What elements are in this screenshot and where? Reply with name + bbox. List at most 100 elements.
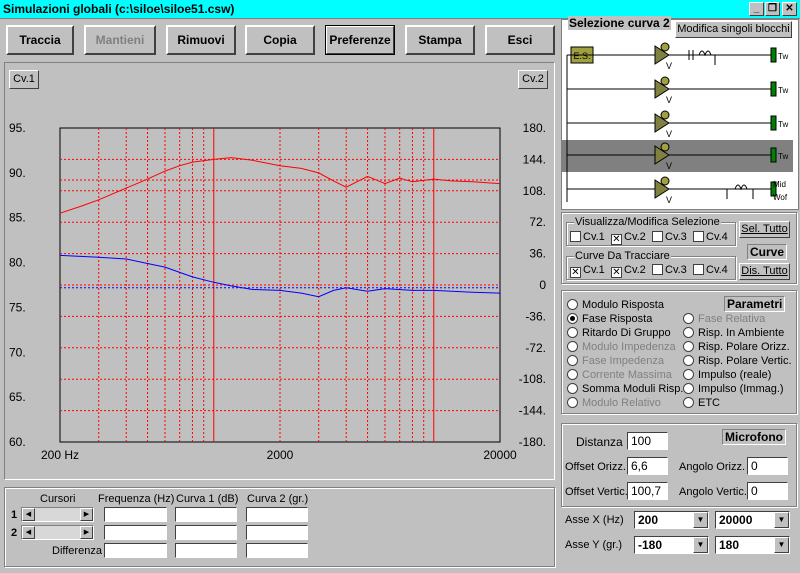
driver-block — [770, 81, 777, 97]
offset-orizz-field[interactable]: 6,6 — [627, 457, 668, 475]
param-option-etc[interactable]: ETC — [683, 397, 792, 411]
param-option-ritardo-di-gruppo[interactable]: Ritardo Di Gruppo — [567, 327, 683, 341]
angolo-vertic-field[interactable]: 0 — [747, 482, 788, 500]
offset-vertic-field[interactable]: 100,7 — [627, 482, 668, 500]
mid-label: Mid — [773, 180, 786, 189]
modify-blocks-button[interactable]: Modifica singoli blocchi — [675, 21, 792, 38]
diff-curve1-field[interactable] — [175, 543, 237, 558]
distanza-field[interactable]: 100 — [627, 432, 668, 450]
radio-button[interactable] — [683, 383, 694, 394]
radio-button[interactable] — [683, 355, 694, 366]
param-option-risp-polare-vertic-[interactable]: Risp. Polare Vertic. — [683, 355, 792, 369]
close-button[interactable]: ✕ — [782, 2, 797, 16]
cursor1-curve2-field[interactable] — [246, 507, 308, 522]
radio-button[interactable] — [567, 313, 578, 324]
radio-button[interactable] — [683, 369, 694, 380]
checkbox-mark[interactable]: ✕ — [570, 267, 581, 278]
param-option-impulso-immag-[interactable]: Impulso (Immag.) — [683, 383, 792, 397]
cursor2-curve1-field[interactable] — [175, 525, 237, 540]
cursor1-curve1-field[interactable] — [175, 507, 237, 522]
asse-y-min-select[interactable]: -180 ▼ — [634, 536, 709, 554]
param-option-fase-impedenza[interactable]: Fase Impedenza — [567, 355, 683, 369]
angolo-orizz-field[interactable]: 0 — [747, 457, 788, 475]
cursor2-label: 2 — [11, 527, 18, 539]
response-chart: 95. 90. 85. 80. 75. 70. 65. 60. 180. 144. 108. 72. 3… — [9, 121, 546, 462]
driver-block — [770, 115, 777, 131]
radio-button[interactable] — [683, 327, 694, 338]
radio-button[interactable] — [567, 397, 578, 408]
y-right-tick: -108. — [519, 372, 546, 386]
driver-label: Tw — [778, 52, 788, 61]
checkbox-mark[interactable] — [652, 264, 663, 275]
crossover-schematic[interactable]: E.S. V Tw V Tw V Tw V Tw V Mid Wof — [561, 37, 799, 210]
radio-button[interactable] — [567, 327, 578, 338]
y-left-tick: 90. — [9, 166, 26, 180]
minimize-button[interactable]: _ — [749, 2, 764, 16]
cursor1-left-arrow[interactable]: ◀ — [22, 508, 35, 521]
radio-button[interactable] — [567, 383, 578, 394]
curves-checkbox-4[interactable]: Cv.4 — [693, 264, 734, 276]
visualize-title: Visualizza/Modifica Selezione — [574, 216, 721, 228]
asse-x-min-select[interactable]: 200 ▼ — [634, 511, 709, 529]
curves-checkbox-1[interactable]: ✕ Cv.1 — [570, 264, 611, 278]
radio-button[interactable] — [567, 341, 578, 352]
param-option-risp-in-ambiente[interactable]: Risp. In Ambiente — [683, 327, 792, 341]
checkbox-mark[interactable]: ✕ — [611, 267, 622, 278]
checkbox-mark[interactable] — [570, 231, 581, 242]
param-option-corrente-massima[interactable]: Corrente Massima — [567, 369, 683, 383]
radio-label: Fase Relativa — [698, 313, 766, 325]
cursor1-freq-field[interactable] — [104, 507, 167, 522]
checkbox-label: Cv.3 — [665, 231, 687, 243]
select-all-button[interactable]: Sel. Tutto — [739, 221, 790, 238]
checkbox-mark[interactable] — [693, 231, 704, 242]
radio-button[interactable] — [683, 341, 694, 352]
radio-button[interactable] — [683, 313, 694, 324]
param-option-modulo-relativo[interactable]: Modulo Relativo — [567, 397, 683, 411]
radio-label: Ritardo Di Gruppo — [582, 327, 671, 339]
radio-label: Risp. In Ambiente — [698, 327, 785, 339]
param-option-modulo-impedenza[interactable]: Modulo Impedenza — [567, 341, 683, 355]
visualize-checkbox-1[interactable]: Cv.1 — [570, 231, 611, 243]
param-option-modulo-risposta[interactable]: Modulo Risposta — [567, 299, 683, 313]
offset-orizz-label: Offset Orizz. — [565, 461, 626, 473]
visualize-checkbox-4[interactable]: Cv.4 — [693, 231, 734, 243]
param-option-risp-polare-orizz-[interactable]: Risp. Polare Orizz. — [683, 341, 792, 355]
y-left-tick: 65. — [9, 390, 26, 404]
restore-button[interactable]: ❐ — [765, 2, 780, 16]
asse-y-max-select[interactable]: 180 ▼ — [715, 536, 790, 554]
asse-x-max-select[interactable]: 20000 ▼ — [715, 511, 790, 529]
filter-network — [721, 184, 754, 199]
cursor1-right-arrow[interactable]: ▶ — [80, 508, 93, 521]
radio-button[interactable] — [567, 299, 578, 310]
checkbox-mark[interactable] — [693, 264, 704, 275]
diff-freq-field[interactable] — [104, 543, 167, 558]
visualize-checkbox-3[interactable]: Cv.3 — [652, 231, 693, 243]
cursor2-scrollbar[interactable]: ◀ ▶ — [21, 525, 94, 540]
cursor2-right-arrow[interactable]: ▶ — [80, 526, 93, 539]
deselect-all-button[interactable]: Dis. Tutto — [739, 263, 790, 280]
radio-button[interactable] — [567, 355, 578, 366]
cursor2-freq-field[interactable] — [104, 525, 167, 540]
radio-button[interactable] — [567, 369, 578, 380]
checkbox-mark[interactable] — [652, 231, 663, 242]
radio-label: Risp. Polare Vertic. — [698, 355, 792, 367]
checkbox-mark[interactable]: ✕ — [611, 234, 622, 245]
curves-checkboxes: ✕ Cv.1 ✕ Cv.2 Cv.3 Cv.4 — [570, 264, 734, 278]
cursor2-curve2-field[interactable] — [246, 525, 308, 540]
curves-checkbox-2[interactable]: ✕ Cv.2 — [611, 264, 652, 278]
radio-label: ETC — [698, 397, 720, 409]
cursor2-left-arrow[interactable]: ◀ — [22, 526, 35, 539]
checkbox-label: Cv.4 — [706, 231, 728, 243]
filter-network — [681, 50, 716, 65]
params-badge: Parametri — [724, 296, 786, 312]
radio-button[interactable] — [683, 397, 694, 408]
curves-checkbox-3[interactable]: Cv.3 — [652, 264, 693, 276]
diff-curve2-field[interactable] — [246, 543, 308, 558]
param-option-impulso-reale-[interactable]: Impulso (reale) — [683, 369, 792, 383]
param-option-fase-relativa[interactable]: Fase Relativa — [683, 313, 792, 327]
visualize-checkbox-2[interactable]: ✕ Cv.2 — [611, 231, 652, 245]
param-option-somma-moduli-risp-[interactable]: Somma Moduli Risp. — [567, 383, 683, 397]
param-option-fase-risposta[interactable]: Fase Risposta — [567, 313, 683, 327]
cursor1-scrollbar[interactable]: ◀ ▶ — [21, 507, 94, 522]
checkbox-label: Cv.1 — [583, 264, 605, 276]
